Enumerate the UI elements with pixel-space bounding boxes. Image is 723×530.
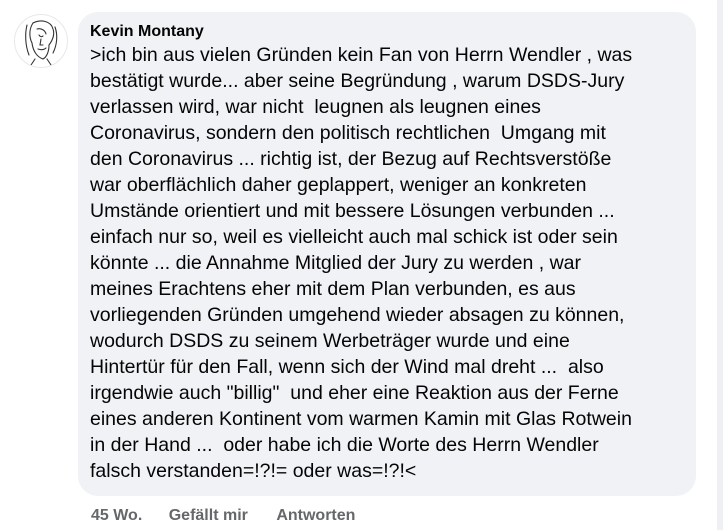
- comment-text: >ich bin aus vielen Gründen kein Fan von…: [90, 42, 684, 484]
- comment-line: falsch verstanden=!?!= oder was=!?!<: [90, 460, 417, 482]
- comment-line: in der Hand ... oder habe ich die Worte …: [90, 434, 599, 456]
- comment-author[interactable]: Kevin Montany: [90, 22, 684, 42]
- comment-actions: 45 Wo. Gefällt mir Antworten: [91, 506, 355, 526]
- comment-line: könnte ... die Annahme Mitglied der Jury…: [90, 252, 582, 274]
- comment-line: irgendwie auch "billig" und eher eine Re…: [90, 382, 619, 404]
- scroll-edge: [717, 0, 723, 530]
- comment-line: vorliegenden Gründen umgehend wieder abs…: [90, 304, 625, 326]
- comment-line: einfach nur so, weil es vielleicht auch …: [90, 226, 618, 248]
- comment-line: wodurch DSDS zu seinem Werbeträger wurde…: [90, 330, 570, 352]
- comment-bubble: Kevin Montany >ich bin aus vielen Gründe…: [78, 12, 696, 496]
- comment-line: Umstände orientiert und mit bessere Lösu…: [90, 200, 615, 222]
- comment-line: Coronavirus, sondern den politisch recht…: [90, 122, 606, 144]
- reply-button[interactable]: Antworten: [276, 506, 355, 526]
- comment-line: eines anderen Kontinent vom warmen Kamin…: [90, 408, 632, 430]
- comment-line: bestätigt wurde... aber seine Begründung…: [90, 70, 625, 92]
- like-button[interactable]: Gefällt mir: [169, 506, 248, 526]
- comment-line: war oberflächlich daher geplappert, weni…: [90, 174, 587, 196]
- avatar[interactable]: [14, 14, 68, 68]
- sketch-face-avatar-icon: [25, 20, 58, 66]
- comment-line: >ich bin aus vielen Gründen kein Fan von…: [90, 44, 633, 66]
- comment-line: meines Erachtens eher mit dem Plan verbu…: [90, 278, 576, 300]
- comment-line: Hintertür für den Fall, wenn sich der Wi…: [90, 356, 604, 378]
- comment-line: den Coronavirus ... richtig ist, der Bez…: [90, 148, 612, 170]
- comment-line: verlassen wird, war nicht leugnen als le…: [90, 96, 541, 118]
- timestamp-link[interactable]: 45 Wo.: [91, 506, 142, 526]
